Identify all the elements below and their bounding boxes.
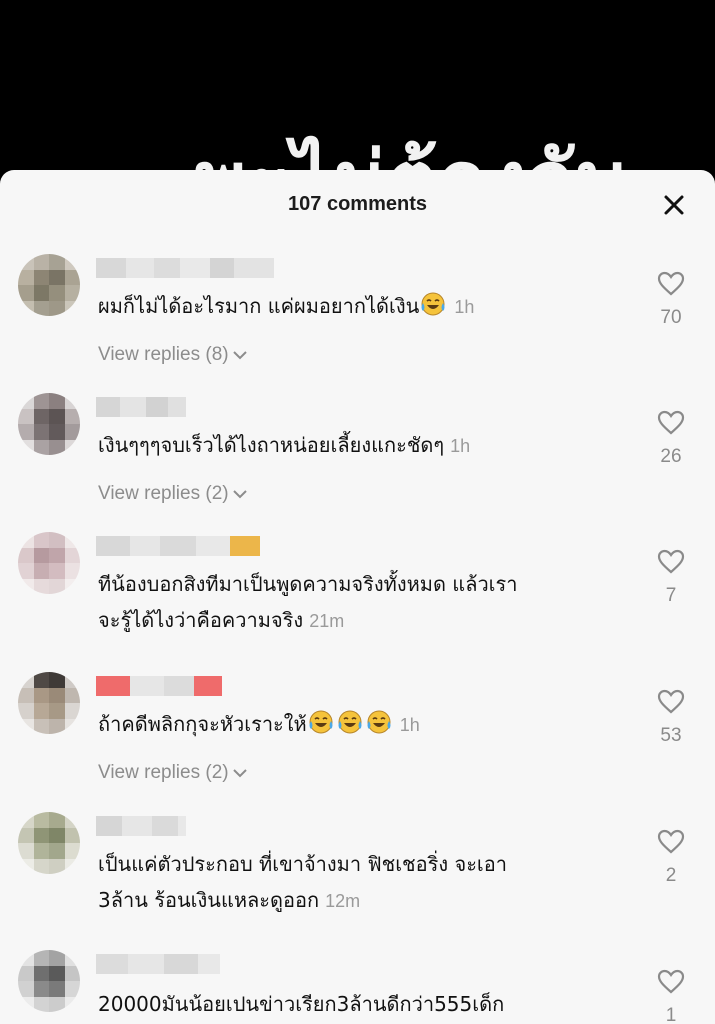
view-replies-button[interactable]: View replies (2) (98, 762, 248, 784)
avatar[interactable] (18, 393, 80, 455)
like-count: 7 (665, 585, 677, 606)
view-replies-label: View replies (2) (98, 762, 229, 783)
username-redacted[interactable] (96, 258, 274, 278)
comment-body: 20000มันน้อยเปนข่าวเรียก3ล้านดีกว่า555เด… (98, 992, 505, 1016)
like-button[interactable]: 26 (645, 410, 697, 468)
laughing-crying-emoji (336, 709, 364, 746)
like-button[interactable]: 1 (645, 969, 697, 1024)
comment-body-line-2: 3ล้าน ร้อนเงินแหละดูออก (98, 888, 320, 912)
avatar[interactable] (18, 254, 80, 316)
heart-outline-icon (657, 549, 685, 574)
comments-header: 107 comments (0, 170, 715, 240)
like-count: 26 (660, 446, 682, 467)
username-redacted[interactable] (96, 397, 186, 417)
chevron-down-icon (232, 351, 247, 360)
comment-timestamp: 12m (325, 891, 361, 911)
avatar[interactable] (18, 812, 80, 874)
comment-body: เป็นแค่ตัวประกอบ ที่เขาจ้างมา ฟิชเชอริ่ง… (98, 852, 508, 876)
chevron-down-icon (232, 769, 247, 778)
username-redacted[interactable] (96, 816, 186, 836)
like-button[interactable]: 53 (645, 689, 697, 747)
comment-body: ผมก็ไม่ได้อะไรมาก แค่ผมอยากได้เงิน (98, 294, 420, 318)
view-replies-label: View replies (8) (98, 344, 229, 365)
view-replies-button[interactable]: View replies (8) (98, 344, 248, 366)
username-redacted[interactable] (96, 676, 222, 696)
comment-body: เงินๆๆๆจบเร็วได้ไงถาหน่อยเลี้ยงแกะชัดๆ (98, 433, 445, 457)
like-count: 1 (665, 1005, 677, 1024)
heart-outline-icon (657, 829, 685, 854)
like-button[interactable]: 70 (645, 271, 697, 329)
heart-outline-icon (657, 410, 685, 435)
laughing-crying-emoji (365, 709, 393, 746)
view-replies-label: View replies (2) (98, 483, 229, 504)
close-button[interactable] (661, 192, 687, 218)
comments-count-title: 107 comments (288, 193, 427, 215)
avatar[interactable] (18, 532, 80, 594)
heart-outline-icon (657, 271, 685, 296)
like-button[interactable]: 2 (645, 829, 697, 887)
chevron-down-icon (232, 490, 247, 499)
like-count: 53 (660, 725, 682, 746)
comment-text: เป็นแค่ตัวประกอบ ที่เขาจ้างมา ฟิชเชอริ่ง… (98, 846, 638, 919)
like-button[interactable]: 7 (645, 549, 697, 607)
view-replies-button[interactable]: View replies (2) (98, 483, 248, 505)
username-redacted[interactable] (96, 536, 260, 556)
comments-sheet: 107 comments ผมก็ไม่ได้อะไรมาก แค่ผมอยาก… (0, 170, 715, 1024)
like-count: 2 (665, 865, 677, 886)
comment-text: ทีน้องบอกสิงทีมาเป็นพูดความจริงทั้งหมด แ… (98, 566, 638, 639)
like-count: 70 (660, 307, 682, 328)
username-redacted[interactable] (96, 954, 220, 974)
laughing-crying-emoji (307, 709, 335, 746)
heart-outline-icon (657, 689, 685, 714)
comment-timestamp: 1h (454, 297, 475, 317)
laughing-crying-emoji (419, 291, 447, 328)
avatar[interactable] (18, 950, 80, 1012)
comment-text: ถ้าคดีพลิกกุจะหัวเราะให้ 1h (98, 706, 638, 746)
close-icon (664, 195, 684, 215)
comment-timestamp: 1h (450, 436, 471, 456)
avatar[interactable] (18, 672, 80, 734)
comment-body: ทีน้องบอกสิงทีมาเป็นพูดความจริงทั้งหมด แ… (98, 572, 518, 596)
comment-text: ผมก็ไม่ได้อะไรมาก แค่ผมอยากได้เงิน 1h (98, 288, 638, 328)
comment-timestamp: 1h (399, 715, 420, 735)
heart-outline-icon (657, 969, 685, 994)
comment-body-line-2: จะรู้ได้ไงว่าคือความจริง (98, 608, 304, 632)
comment-timestamp: 21m (309, 611, 345, 631)
comment-text: 20000มันน้อยเปนข่าวเรียก3ล้านดีกว่า555เด… (98, 986, 638, 1022)
comment-body: ถ้าคดีพลิกกุจะหัวเราะให้ (98, 712, 307, 736)
comment-text: เงินๆๆๆจบเร็วได้ไงถาหน่อยเลี้ยงแกะชัดๆ 1h (98, 427, 638, 464)
